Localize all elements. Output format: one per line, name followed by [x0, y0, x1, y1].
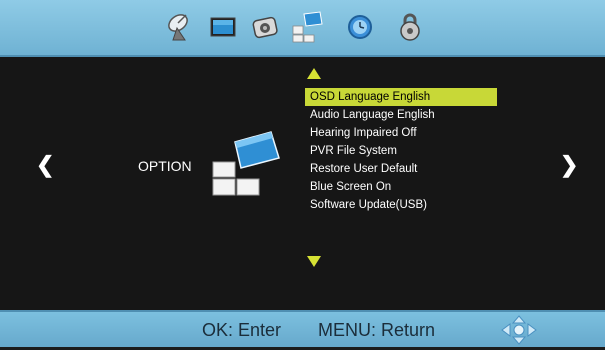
menu-item-hearing-impaired[interactable]: Hearing Impaired Off — [305, 124, 497, 142]
navigation-pad-icon — [500, 315, 538, 345]
menu-item-software-update[interactable]: Software Update(USB) — [305, 196, 497, 214]
menu-tab-bar — [0, 0, 605, 57]
menu-item-audio-language[interactable]: Audio Language English — [305, 106, 497, 124]
tab-time[interactable] — [343, 10, 377, 44]
menu-item-osd-language[interactable]: OSD Language English — [305, 88, 497, 106]
next-arrow[interactable]: ❯ — [560, 152, 578, 178]
option-icon — [292, 11, 323, 43]
menu-item-blue-screen[interactable]: Blue Screen On — [305, 178, 497, 196]
option-menu-list: OSD Language English Audio Language Engl… — [305, 88, 497, 214]
lock-icon — [400, 13, 420, 41]
scroll-down-arrow[interactable] — [307, 256, 321, 267]
tv-osd-screen: ❮ ❯ OPTION OSD Language English Audio La… — [0, 0, 605, 347]
previous-arrow[interactable]: ❮ — [36, 152, 54, 178]
clock-icon — [348, 15, 372, 39]
tab-lock[interactable] — [393, 10, 427, 44]
tab-picture[interactable] — [206, 10, 240, 44]
footer-hint-bar: OK: Enter MENU: Return — [0, 310, 605, 347]
ok-hint: OK: Enter — [202, 320, 282, 340]
tab-option[interactable] — [290, 10, 324, 44]
satellite-dish-icon — [168, 14, 188, 41]
menu-hint: MENU: Return — [318, 320, 436, 340]
scroll-up-arrow[interactable] — [307, 68, 321, 79]
menu-item-restore-user-default[interactable]: Restore User Default — [305, 160, 497, 178]
sound-icon — [252, 16, 278, 39]
option-large-icon — [205, 128, 285, 200]
tab-sound[interactable] — [248, 10, 282, 44]
tab-channel[interactable] — [163, 10, 197, 44]
section-label: OPTION — [138, 158, 192, 174]
picture-icon — [210, 17, 236, 37]
menu-item-pvr-file-system[interactable]: PVR File System — [305, 142, 497, 160]
